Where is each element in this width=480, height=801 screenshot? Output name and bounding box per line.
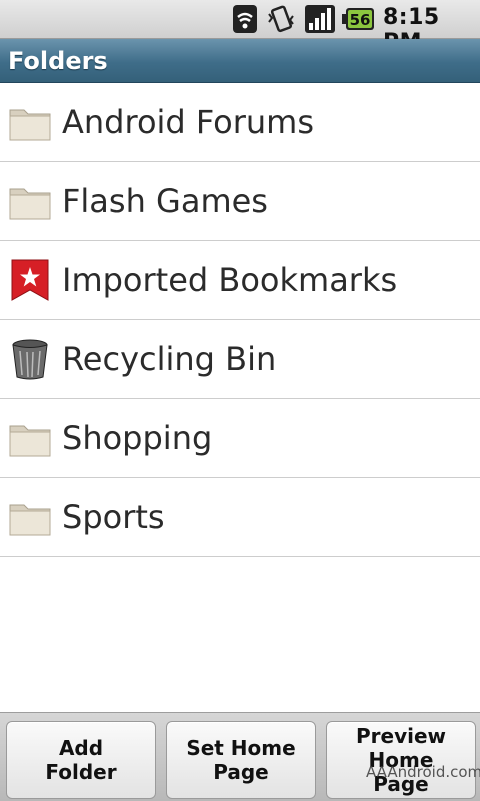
set-home-page-label: Set Home Page: [186, 736, 296, 784]
battery-icon: 56: [342, 8, 374, 30]
list-item[interactable]: Recycling Bin: [0, 320, 480, 399]
trash-icon: [12, 339, 48, 380]
add-folder-label: Add Folder: [45, 736, 117, 784]
bookmark-icon: [11, 259, 49, 301]
list-item-label: Sports: [62, 498, 165, 536]
list-item[interactable]: Shopping: [0, 399, 480, 478]
preview-home-page-label: Preview Home Page: [355, 724, 447, 796]
bottom-button-bar: Add Folder Set Home Page Preview Home Pa…: [0, 712, 480, 801]
preview-home-page-button[interactable]: Preview Home Page: [326, 721, 476, 799]
list-item[interactable]: Flash Games: [0, 162, 480, 241]
folder-icon: [9, 109, 51, 141]
list-item-label: Android Forums: [62, 103, 315, 141]
status-bar: 56 8:15 PM: [0, 0, 480, 55]
signal-icon: [305, 5, 335, 33]
list-item[interactable]: Imported Bookmarks: [0, 241, 480, 320]
list-item-label: Flash Games: [62, 182, 268, 220]
list-item-label: Imported Bookmarks: [62, 261, 398, 299]
vibrate-icon: [268, 5, 294, 33]
wifi-icon: [233, 5, 257, 33]
folder-icon: [9, 504, 51, 536]
folder-icon: [9, 188, 51, 220]
list-item-label: Recycling Bin: [62, 340, 277, 378]
add-folder-button[interactable]: Add Folder: [6, 721, 156, 799]
folder-list: Android Forums Flash Games Imported Book…: [0, 83, 480, 557]
title-bar: Folders: [0, 39, 480, 83]
list-item[interactable]: Android Forums: [0, 83, 480, 162]
page-title: Folders: [8, 47, 108, 75]
list-item-label: Shopping: [62, 419, 213, 457]
battery-level: 56: [350, 11, 371, 29]
set-home-page-button[interactable]: Set Home Page: [166, 721, 316, 799]
watermark: AAAndroid.com: [366, 763, 480, 781]
folder-icon: [9, 425, 51, 457]
list-item[interactable]: Sports: [0, 478, 480, 557]
